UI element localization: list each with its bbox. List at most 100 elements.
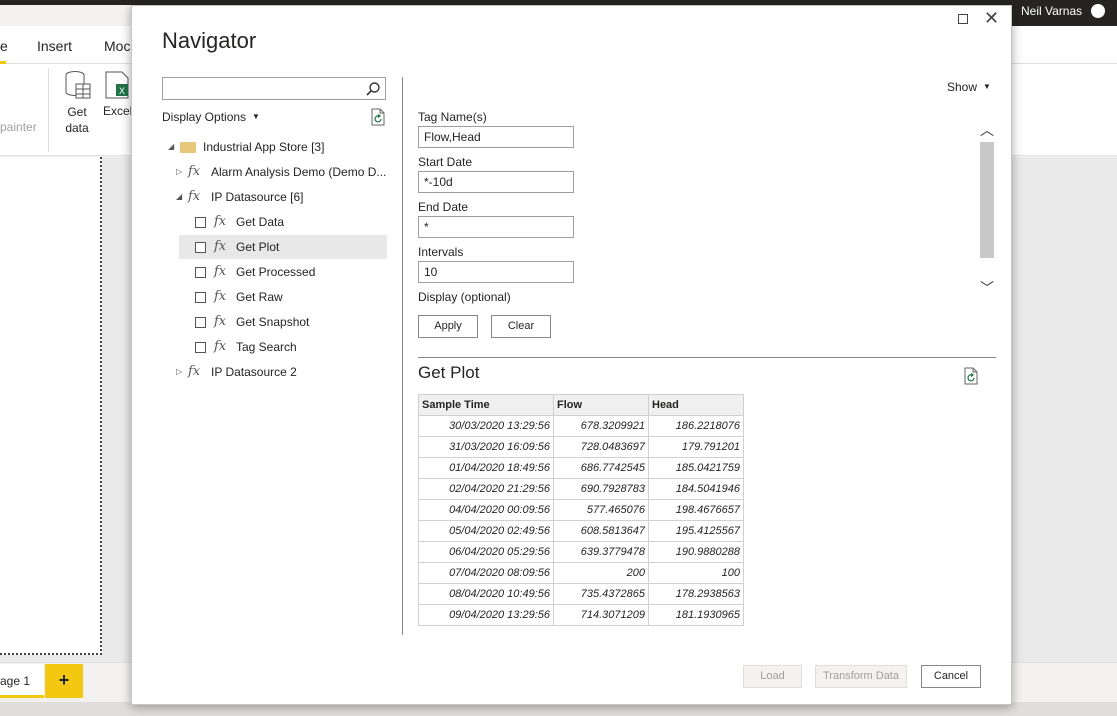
checkbox[interactable] xyxy=(195,267,206,278)
table-cell: 02/04/2020 21:29:56 xyxy=(418,478,554,500)
table-cell: 678.3209921 xyxy=(553,415,649,437)
table-row: 05/04/2020 02:49:56 608.5813647 195.412556… xyxy=(418,520,744,542)
display-optional-label: Display (optional) xyxy=(418,290,511,304)
navigator-dialog: Navigator ✕ Display Options ▼ ◢ Industria… xyxy=(131,5,1012,705)
scrollbar-thumb[interactable] xyxy=(980,142,994,258)
checkbox[interactable] xyxy=(195,292,206,303)
table-cell: 195.4125567 xyxy=(648,520,744,542)
section-divider xyxy=(418,357,996,358)
table-cell: 04/04/2020 00:09:56 xyxy=(418,499,554,521)
table-cell: 30/03/2020 13:29:56 xyxy=(418,415,554,437)
user-avatar[interactable] xyxy=(1091,4,1105,18)
tree-item-alarm-analysis[interactable]: ▷ fx Alarm Analysis Demo (Demo D... xyxy=(176,160,386,184)
apply-button[interactable]: Apply xyxy=(418,315,478,338)
user-name[interactable]: Neil Varnas xyxy=(1021,4,1082,18)
tab-home[interactable]: e xyxy=(0,38,8,54)
tag-names-input[interactable] xyxy=(418,126,574,148)
table-cell: 100 xyxy=(648,562,744,584)
page-tab-1[interactable]: age 1 xyxy=(0,664,44,698)
checkbox[interactable] xyxy=(195,342,206,353)
search-icon[interactable] xyxy=(365,81,381,97)
load-button[interactable]: Load xyxy=(743,665,802,688)
table-cell: 184.5041946 xyxy=(648,478,744,500)
tree-item-label: Get Raw xyxy=(236,290,283,304)
table-cell: 185.0421759 xyxy=(648,457,744,479)
refresh-icon[interactable] xyxy=(370,108,386,126)
tree-item-label: Get Data xyxy=(236,215,285,229)
maximize-icon[interactable] xyxy=(958,14,968,24)
refresh-preview-icon[interactable] xyxy=(963,367,979,385)
table-cell: 728.0483697 xyxy=(553,436,649,458)
ribbon-divider xyxy=(48,68,49,152)
end-date-label: End Date xyxy=(418,200,469,214)
table-row: 02/04/2020 21:29:56 690.7928783 184.504194… xyxy=(418,478,744,500)
table-cell: 198.4676657 xyxy=(648,499,744,521)
get-data-button[interactable]: Get data xyxy=(60,104,94,136)
table-cell: 178.2938563 xyxy=(648,583,744,605)
checkbox[interactable] xyxy=(195,217,206,228)
table-cell: 608.5813647 xyxy=(553,520,649,542)
table-cell: 686.7742545 xyxy=(553,457,649,479)
excel-button[interactable]: Excel xyxy=(103,104,132,118)
chevron-up-icon[interactable]: ︿ xyxy=(980,120,994,140)
intervals-label: Intervals xyxy=(418,245,464,259)
end-date-input[interactable] xyxy=(418,216,574,238)
expanded-triangle-icon[interactable]: ◢ xyxy=(168,135,174,159)
report-page[interactable] xyxy=(0,157,102,655)
function-icon: fx xyxy=(188,364,201,379)
table-row: 04/04/2020 00:09:56 577.465076 198.4676657 xyxy=(418,499,744,521)
add-page-button[interactable]: + xyxy=(45,664,83,698)
intervals-input[interactable] xyxy=(418,261,574,283)
show-label: Show xyxy=(947,80,978,94)
tree-item-tag-search[interactable]: fx Tag Search xyxy=(179,335,387,359)
table-cell: 690.7928783 xyxy=(553,478,649,500)
close-icon[interactable]: ✕ xyxy=(984,8,999,28)
table-cell: 639.3779478 xyxy=(553,541,649,563)
table-row: 07/04/2020 08:09:56 200 100 xyxy=(418,562,744,584)
table-cell: 05/04/2020 02:49:56 xyxy=(418,520,554,542)
checkbox[interactable] xyxy=(195,317,206,328)
show-dropdown[interactable]: Show ▼ xyxy=(947,80,991,94)
collapsed-triangle-icon[interactable]: ▷ xyxy=(176,360,182,384)
tree-item-label: Get Snapshot xyxy=(236,315,310,329)
pane-divider[interactable] xyxy=(402,77,403,635)
column-header[interactable]: Sample Time xyxy=(418,394,554,416)
column-header[interactable]: Head xyxy=(648,394,744,416)
tag-names-label: Tag Name(s) xyxy=(418,110,487,124)
start-date-input[interactable] xyxy=(418,171,574,193)
collapsed-triangle-icon[interactable]: ▷ xyxy=(176,160,182,184)
tab-insert[interactable]: Insert xyxy=(37,38,72,54)
chevron-down-icon[interactable]: ﹀ xyxy=(980,278,994,298)
tree-item-get-processed[interactable]: fx Get Processed xyxy=(179,260,387,284)
table-cell: 08/04/2020 10:49:56 xyxy=(418,583,554,605)
table-cell: 190.9880288 xyxy=(648,541,744,563)
start-date-label: Start Date xyxy=(418,155,473,169)
function-icon: fx xyxy=(214,239,227,254)
database-icon[interactable] xyxy=(64,70,92,100)
expanded-triangle-icon[interactable]: ◢ xyxy=(176,185,182,209)
table-cell: 01/04/2020 18:49:56 xyxy=(418,457,554,479)
table-header-row: Sample Time Flow Head xyxy=(418,394,744,416)
dialog-title: Navigator xyxy=(162,28,257,53)
tree-item-get-raw[interactable]: fx Get Raw xyxy=(179,285,387,309)
tree-item-industrial-app-store[interactable]: ◢ Industrial App Store [3] xyxy=(168,135,378,159)
excel-icon[interactable]: X xyxy=(104,70,130,100)
table-row: 08/04/2020 10:49:56 735.4372865 178.293856… xyxy=(418,583,744,605)
column-header[interactable]: Flow xyxy=(553,394,649,416)
tree-item-ip-datasource[interactable]: ◢ fx IP Datasource [6] xyxy=(176,185,386,209)
function-icon: fx xyxy=(214,339,227,354)
tab-modeling[interactable]: Moc xyxy=(104,38,130,54)
chevron-down-icon: ▼ xyxy=(983,82,991,91)
format-painter-label[interactable]: painter xyxy=(0,120,37,134)
display-options-dropdown[interactable]: Display Options ▼ xyxy=(162,110,260,124)
checkbox[interactable] xyxy=(195,242,206,253)
tree-item-get-snapshot[interactable]: fx Get Snapshot xyxy=(179,310,387,334)
cancel-button[interactable]: Cancel xyxy=(921,665,981,688)
chevron-down-icon: ▼ xyxy=(252,112,260,121)
tree-item-get-plot[interactable]: fx Get Plot xyxy=(179,235,387,259)
tree-item-get-data[interactable]: fx Get Data xyxy=(179,210,387,234)
transform-data-button[interactable]: Transform Data xyxy=(815,665,907,688)
search-input[interactable] xyxy=(162,77,386,100)
tree-item-ip-datasource-2[interactable]: ▷ fx IP Datasource 2 xyxy=(176,360,386,384)
clear-button[interactable]: Clear xyxy=(491,315,551,338)
